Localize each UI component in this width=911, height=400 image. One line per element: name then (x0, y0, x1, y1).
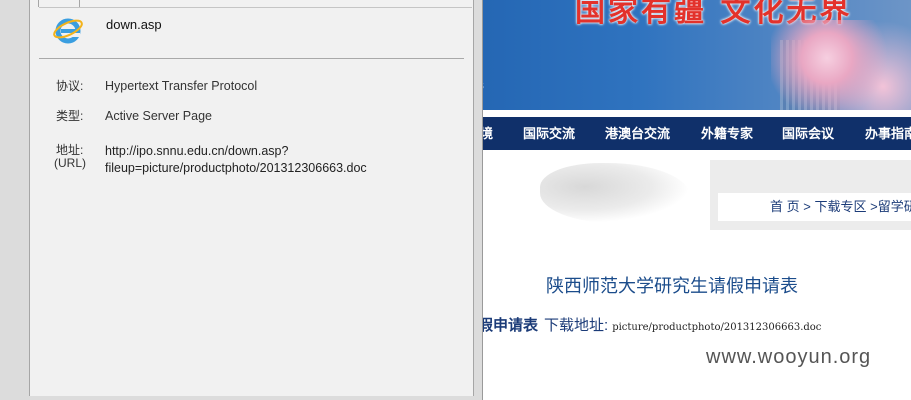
protocol-value: Hypertext Transfer Protocol (105, 79, 258, 93)
nav-item-guide[interactable]: 办事指南 (865, 117, 911, 150)
file-name: down.asp (106, 17, 162, 32)
type-value: Active Server Page (105, 109, 212, 123)
nav-item-foreign-experts[interactable]: 外籍专家 (701, 117, 753, 150)
download-link[interactable]: picture/productphoto/201312306663.doc (612, 322, 821, 333)
world-map-image (540, 163, 690, 223)
properties-dialog (29, 0, 474, 396)
download-title: 假申请表 (478, 317, 539, 334)
tab-divider (39, 7, 472, 8)
nav-item-international-exchange[interactable]: 国际交流 (523, 117, 575, 150)
download-line: 假申请表 下载地址: picture/productphoto/2013123066… (478, 314, 821, 335)
dialog-tab[interactable] (38, 0, 80, 7)
download-label: 下载地址: (544, 317, 609, 334)
protocol-label: 协议: (56, 79, 84, 93)
ie-icon (52, 14, 84, 46)
watermark: www.wooyun.org (706, 346, 872, 368)
breadcrumb-separator: > (866, 199, 878, 214)
document-title: 陕西师范大学研究生请假申请表 (546, 276, 798, 296)
address-value-line2[interactable]: fileup=picture/productphoto/201312306663… (105, 160, 367, 177)
breadcrumb-separator: > (799, 199, 815, 214)
nav-item-hk-macao-taiwan[interactable]: 港澳台交流 (605, 117, 670, 150)
breadcrumb-current[interactable]: 留学研 (878, 199, 911, 214)
breadcrumb-home[interactable]: 首 页 (718, 199, 800, 214)
blossom-image (771, 20, 911, 110)
address-url-label: (URL) (54, 156, 86, 170)
address-value-line1[interactable]: http://ipo.snnu.edu.cn/down.asp? (105, 143, 288, 160)
type-label: 类型: (56, 109, 84, 123)
breadcrumb: 首 页 > 下载专区 >留学研 (718, 193, 911, 221)
breadcrumb-downloads[interactable]: 下载专区 (814, 199, 866, 214)
nav-item-conferences[interactable]: 国际会议 (782, 117, 834, 150)
dialog-separator (39, 58, 464, 59)
